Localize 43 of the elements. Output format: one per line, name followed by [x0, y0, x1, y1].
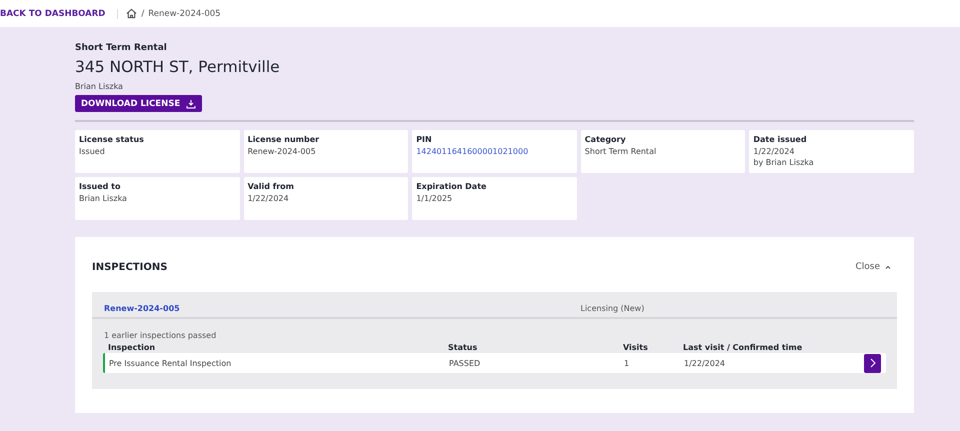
home-icon[interactable] [126, 8, 138, 19]
table-cell-text: 1/22/2024 [684, 358, 726, 368]
license-link[interactable]: Renew-2024-005 [104, 304, 494, 313]
pin-link[interactable]: 1424011641600001021000 [416, 146, 528, 156]
column-header: Status [448, 342, 478, 353]
detail-label: Date issued [753, 134, 808, 146]
column-header: Inspection [108, 342, 156, 353]
detail-label: Valid from [248, 181, 295, 192]
download-icon [186, 98, 196, 108]
license-category: Short Term Rental [75, 43, 168, 53]
detail-value: Renew-2024-005 [248, 146, 317, 157]
license-type: Licensing (New) [580, 304, 644, 313]
table-cell-text: 1 [624, 358, 630, 368]
inspection-summary: 1 earlier inspections passed [103, 330, 218, 342]
table-cell-text: PASSED [449, 358, 482, 368]
chevron-icon [885, 265, 891, 269]
detail-label: Category [584, 134, 627, 146]
download-license-button[interactable]: DOWNLOAD LICENSE [75, 95, 202, 112]
detail-value: Brian Liszka [79, 192, 128, 204]
inspection-row[interactable]: Pre Issuance Rental Inspection PASSED 1 1/22/2024 [103, 353, 886, 373]
table-cell-text: Pre Issuance Rental Inspection [109, 358, 232, 368]
breadcrumb-item: Renew-2024-005 [148, 8, 221, 18]
chevron-icon [870, 358, 876, 368]
owner-name: Brian Liszka [75, 82, 124, 91]
section-title: INSPECTIONS [92, 262, 168, 272]
detail-value: Short Term Rental [584, 146, 658, 157]
detail-note: by Brian Liszka [753, 157, 815, 168]
property-address: 345 NORTH ST, Permitville [75, 58, 281, 76]
detail-label: Issued to [79, 181, 122, 192]
collapse-toggle[interactable]: Close [849, 261, 897, 273]
detail-label: License status [79, 134, 145, 146]
detail-label: Expiration Date [416, 181, 488, 192]
back-link[interactable]: BACK TO DASHBOARD [0, 8, 118, 18]
detail-value: 1/1/2025 [416, 192, 454, 204]
detail-value: 1/22/2024 [753, 146, 796, 157]
detail-label: PIN [416, 134, 433, 146]
column-header: Last visit / Confirmed time [683, 342, 804, 353]
detail-label: License number [248, 134, 320, 146]
open-button[interactable] [864, 354, 881, 372]
breadcrumb-separator: / [141, 8, 144, 18]
detail-value: 1/22/2024 [248, 192, 290, 204]
detail-value: Issued [79, 146, 106, 157]
column-header: Visits [623, 342, 649, 353]
